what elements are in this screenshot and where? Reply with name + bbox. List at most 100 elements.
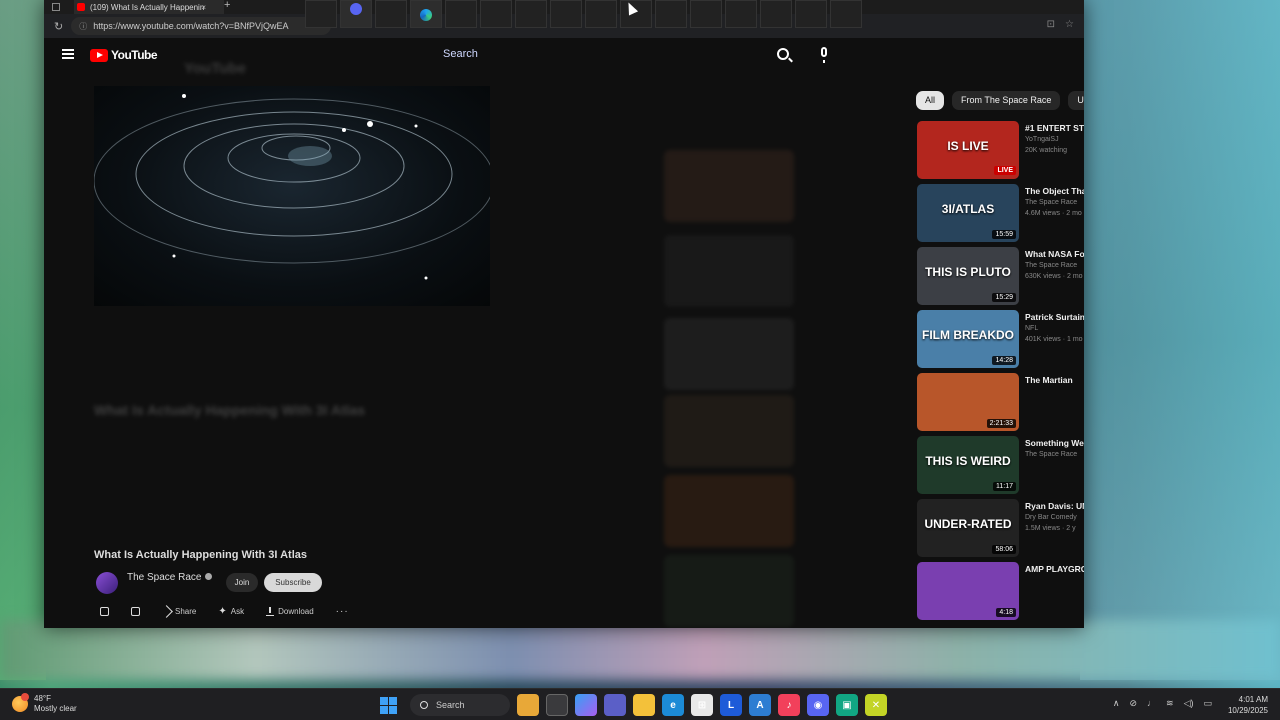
related-video-item[interactable]: THIS IS PLUTO 15:29 What NASA Fo The Space … — [917, 247, 1084, 310]
chip-all[interactable]: All — [916, 91, 945, 110]
youtube-logo[interactable]: YouTube — [90, 48, 158, 62]
taskbar-search[interactable]: Search — [410, 694, 510, 716]
related-video-thumbnail[interactable]: THIS IS WEIRD 11:17 — [917, 436, 1019, 494]
l-app-icon[interactable]: L — [720, 694, 742, 716]
window-thumbnail[interactable] — [795, 0, 827, 28]
desktop-wallpaper-right — [1080, 0, 1280, 680]
window-thumbnail[interactable] — [445, 0, 477, 28]
related-video-item[interactable]: 4:18 AMP PLAYGRO — [917, 562, 1084, 625]
store-icon[interactable]: ⊞ — [691, 694, 713, 716]
share-button[interactable]: Share — [160, 605, 196, 618]
related-video-title[interactable]: The Martian — [1025, 374, 1084, 386]
hamburger-menu-icon[interactable] — [62, 49, 74, 59]
new-tab-button[interactable]: + — [224, 0, 230, 11]
related-video-item[interactable]: FILM BREAKDO 14:28 Patrick Surtain SECRET … — [917, 310, 1084, 373]
file-explorer-icon[interactable] — [633, 694, 655, 716]
related-video-item[interactable]: IS LIVE LIVE #1 ENTERT STREAMERYoTngaiSJ 20… — [917, 121, 1084, 184]
url-field[interactable]: ⓘ https://www.youtube.com/watch?v=BNfPVj… — [71, 17, 332, 35]
related-video-text: Something Wei With 3I AtlasThe Space Rac… — [1025, 437, 1084, 460]
related-video-channel[interactable]: NFL — [1025, 323, 1084, 334]
green-app-icon[interactable]: ▣ — [836, 694, 858, 716]
teams-icon[interactable] — [604, 694, 626, 716]
related-video-thumbnail[interactable]: 2:21:33 — [917, 373, 1019, 431]
network-off-icon[interactable]: ⊘ — [1129, 698, 1137, 709]
related-video-stats: 630K views · 2 mo — [1025, 273, 1083, 280]
related-video-thumbnail[interactable]: IS LIVE LIVE — [917, 121, 1019, 179]
related-video-thumbnail[interactable]: UNDER-RATED 58:06 — [917, 499, 1019, 557]
volume-icon[interactable]: ◁) — [1184, 698, 1194, 709]
wifi-icon[interactable]: ≋ — [1166, 698, 1174, 709]
copilot-icon[interactable] — [575, 694, 597, 716]
like-button[interactable] — [100, 607, 109, 616]
window-thumbnail[interactable] — [305, 0, 337, 28]
related-video-thumbnail[interactable]: 4:18 — [917, 562, 1019, 620]
a-app-icon[interactable]: A — [749, 694, 771, 716]
channel-avatar[interactable] — [96, 572, 118, 594]
related-video-item[interactable]: 2:21:33 The Martian — [917, 373, 1084, 436]
battery-icon[interactable]: ▭ — [1203, 698, 1212, 709]
site-info-icon[interactable]: ⓘ — [79, 21, 87, 32]
video-player[interactable] — [94, 86, 490, 306]
search-icon[interactable] — [777, 48, 789, 60]
related-video-thumbnail[interactable]: THIS IS PLUTO 15:29 — [917, 247, 1019, 305]
window-thumbnail[interactable] — [410, 0, 442, 28]
related-video-item[interactable]: THIS IS WEIRD 11:17 Something Wei With 3I … — [917, 436, 1084, 499]
related-video-item[interactable]: UNDER-RATED 58:06 Ryan Davis: UN FULL COME… — [917, 499, 1084, 562]
dislike-button[interactable] — [131, 607, 140, 616]
download-button[interactable]: Download — [266, 607, 314, 616]
microphone-icon[interactable] — [821, 47, 827, 63]
related-video-item[interactable]: 3I/ATLAS 15:59 The Object Tha Your View of… — [917, 184, 1084, 247]
window-thumbnail[interactable] — [725, 0, 757, 28]
related-video-thumbnail[interactable]: FILM BREAKDO 14:28 — [917, 310, 1019, 368]
reload-icon[interactable]: ↻ — [54, 20, 63, 33]
subscribe-button[interactable]: Subscribe — [264, 573, 322, 592]
related-video-title[interactable]: Patrick Surtain SECRET To Shu — [1025, 311, 1084, 323]
related-video-channel[interactable]: Dry Bar Comedy — [1025, 512, 1084, 523]
browser-tab[interactable]: (109) What Is Actually Happenin × — [74, 0, 224, 14]
window-thumbnail[interactable] — [340, 0, 372, 28]
window-thumbnail[interactable] — [375, 0, 407, 28]
window-thumbnail[interactable] — [655, 0, 687, 28]
window-thumbnail[interactable] — [480, 0, 512, 28]
window-thumbnail[interactable] — [690, 0, 722, 28]
start-icon[interactable] — [380, 696, 397, 714]
chip-from-channel[interactable]: From The Space Race — [952, 91, 1061, 110]
related-video-title[interactable]: The Object Tha Your View of S — [1025, 185, 1084, 197]
window-thumbnail[interactable] — [515, 0, 547, 28]
chip-universe[interactable]: Univer — [1068, 91, 1084, 110]
yellow-app-icon[interactable]: ✕ — [865, 694, 887, 716]
more-actions-button[interactable]: ··· — [336, 606, 349, 617]
weather-widget[interactable]: 48°F Mostly clear — [12, 693, 77, 714]
search-input[interactable]: Search — [443, 48, 478, 60]
window-thumbnail[interactable] — [760, 0, 792, 28]
related-video-title[interactable]: Something Wei With 3I Atlas — [1025, 437, 1084, 449]
duration-badge: 2:21:33 — [986, 419, 1016, 428]
join-button[interactable]: Join — [226, 573, 258, 592]
related-video-title[interactable]: #1 ENTERT STREAMER — [1025, 122, 1084, 134]
related-video-channel[interactable]: The Space Race — [1025, 197, 1084, 208]
bookmark-star-icon[interactable]: ☆ — [1065, 19, 1074, 30]
extensions-icon[interactable]: ⊡ — [1047, 19, 1055, 30]
related-video-channel[interactable]: The Space Race — [1025, 449, 1084, 460]
window-thumbnail[interactable] — [585, 0, 617, 28]
clock[interactable]: 4:01 AM 10/29/2025 — [1228, 694, 1268, 716]
related-video-thumbnail[interactable]: 3I/ATLAS 15:59 — [917, 184, 1019, 242]
edge-icon[interactable]: e — [662, 694, 684, 716]
channel-name[interactable]: The Space Race — [127, 572, 212, 583]
microphone-icon[interactable]: ♩ — [1147, 698, 1156, 709]
related-video-channel[interactable]: The Space Race — [1025, 260, 1084, 271]
window-thumbnail[interactable] — [550, 0, 582, 28]
window-menu-icon[interactable] — [52, 3, 60, 11]
ask-button[interactable]: ✦ Ask — [218, 606, 244, 617]
window-thumbnail[interactable] — [830, 0, 862, 28]
chevron-up-icon[interactable]: ∧ — [1113, 698, 1120, 709]
tab-close-icon[interactable]: × — [201, 3, 206, 12]
widgets-icon[interactable] — [517, 694, 539, 716]
related-video-title[interactable]: What NASA Fo — [1025, 248, 1084, 260]
related-video-title[interactable]: AMP PLAYGRO — [1025, 563, 1084, 575]
task-view-icon[interactable] — [546, 694, 568, 716]
related-video-title[interactable]: Ryan Davis: UN FULL COMEDY — [1025, 500, 1084, 512]
discord-icon[interactable]: ◉ — [807, 694, 829, 716]
music-icon[interactable]: ♪ — [778, 694, 800, 716]
related-video-channel[interactable]: YoTngaiSJ — [1025, 134, 1084, 145]
